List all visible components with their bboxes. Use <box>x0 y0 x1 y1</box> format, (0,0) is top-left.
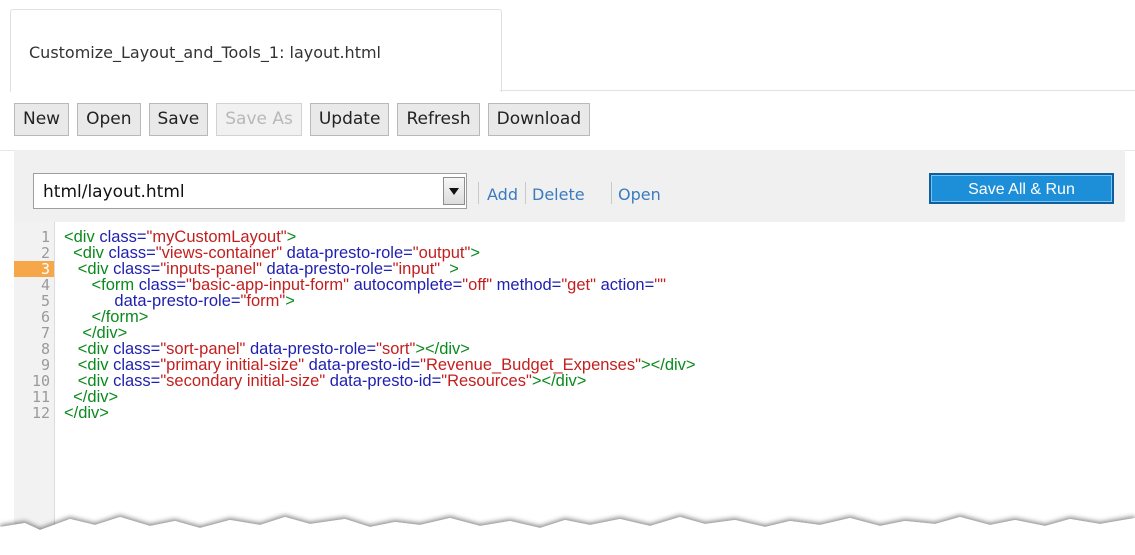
torn-edge <box>0 517 1135 555</box>
save-button[interactable]: Save <box>148 103 209 136</box>
line-number: 11 <box>31 388 50 406</box>
file-select-value: html/layout.html <box>43 182 185 202</box>
code-token: method= <box>492 276 562 294</box>
line-number: 5 <box>40 292 50 310</box>
update-button[interactable]: Update <box>309 103 390 136</box>
code-token: > <box>470 244 481 262</box>
code-token: "" <box>654 276 666 294</box>
code-token: </div> <box>64 404 109 422</box>
code-token: "off" <box>462 276 493 294</box>
delete-link[interactable]: Delete <box>532 185 585 204</box>
code-line: <div class="myCustomLayout"> <box>64 229 296 246</box>
file-select[interactable]: html/layout.html <box>33 173 467 209</box>
code-token: "get" <box>561 276 596 294</box>
line-number: 1 <box>40 228 50 246</box>
save-as-button: Save As <box>216 103 302 136</box>
line-number: 6 <box>40 308 50 326</box>
toolbar: New Open Save Save As Update Refresh Dow… <box>14 103 591 139</box>
code-line: <div class="sort-panel" data-presto-role… <box>64 341 470 358</box>
open-button[interactable]: Open <box>77 103 141 136</box>
code-token: > <box>285 292 295 310</box>
separator <box>611 182 612 204</box>
line-number: 4 <box>40 276 50 294</box>
tab-bar: Customize_Layout_and_Tools_1: layout.htm… <box>0 0 1135 92</box>
line-number: 9 <box>40 356 50 374</box>
code-line: <form class="basic-app-input-form" autoc… <box>64 276 666 294</box>
file-tab-label: Customize_Layout_and_Tools_1: layout.htm… <box>29 43 381 62</box>
code-line: </form> <box>64 309 149 326</box>
code-line: data-presto-role="form"> <box>64 292 295 310</box>
download-button[interactable]: Download <box>487 103 591 136</box>
code-line: <div class="inputs-panel" data-presto-ro… <box>64 261 459 278</box>
code-line: <div class="primary initial-size" data-p… <box>64 356 696 374</box>
line-number: 8 <box>40 340 50 358</box>
file-tab[interactable]: Customize_Layout_and_Tools_1: layout.htm… <box>10 9 502 92</box>
line-number: 2 <box>40 244 50 262</box>
save-all-run-button[interactable]: Save All & Run <box>929 173 1114 204</box>
code-line: </div> <box>64 325 127 342</box>
line-number: 3 <box>14 261 54 277</box>
line-number: 12 <box>31 404 50 422</box>
add-link[interactable]: Add <box>487 185 518 204</box>
line-number: 10 <box>31 372 50 390</box>
code-line: <div class="views-container" data-presto… <box>64 244 481 262</box>
code-token: ></div> <box>640 356 696 374</box>
code-line: </div> <box>64 404 109 422</box>
code-token: class= <box>113 372 161 390</box>
code-token: "form" <box>240 292 286 310</box>
code-token: data-presto-id= <box>325 372 442 390</box>
refresh-button[interactable]: Refresh <box>397 103 480 136</box>
file-bar: html/layout.html Add Delete Open Save Al… <box>14 150 1125 222</box>
new-button[interactable]: New <box>14 103 70 136</box>
tab-bar-baseline <box>500 90 1135 91</box>
separator <box>525 182 526 204</box>
chevron-down-icon[interactable] <box>443 177 465 205</box>
open-file-link[interactable]: Open <box>618 185 661 204</box>
line-number: 7 <box>40 324 50 342</box>
code-line: <div class="secondary initial-size" data… <box>64 372 587 390</box>
code-token: action= <box>595 276 655 294</box>
separator <box>478 182 479 204</box>
code-line: </div> <box>64 389 118 406</box>
code-token: ></div> <box>531 372 587 390</box>
code-token: "secondary initial-size" <box>160 372 326 390</box>
code-token: "Resources" <box>441 372 532 390</box>
code-token: autocomplete= <box>349 276 463 294</box>
